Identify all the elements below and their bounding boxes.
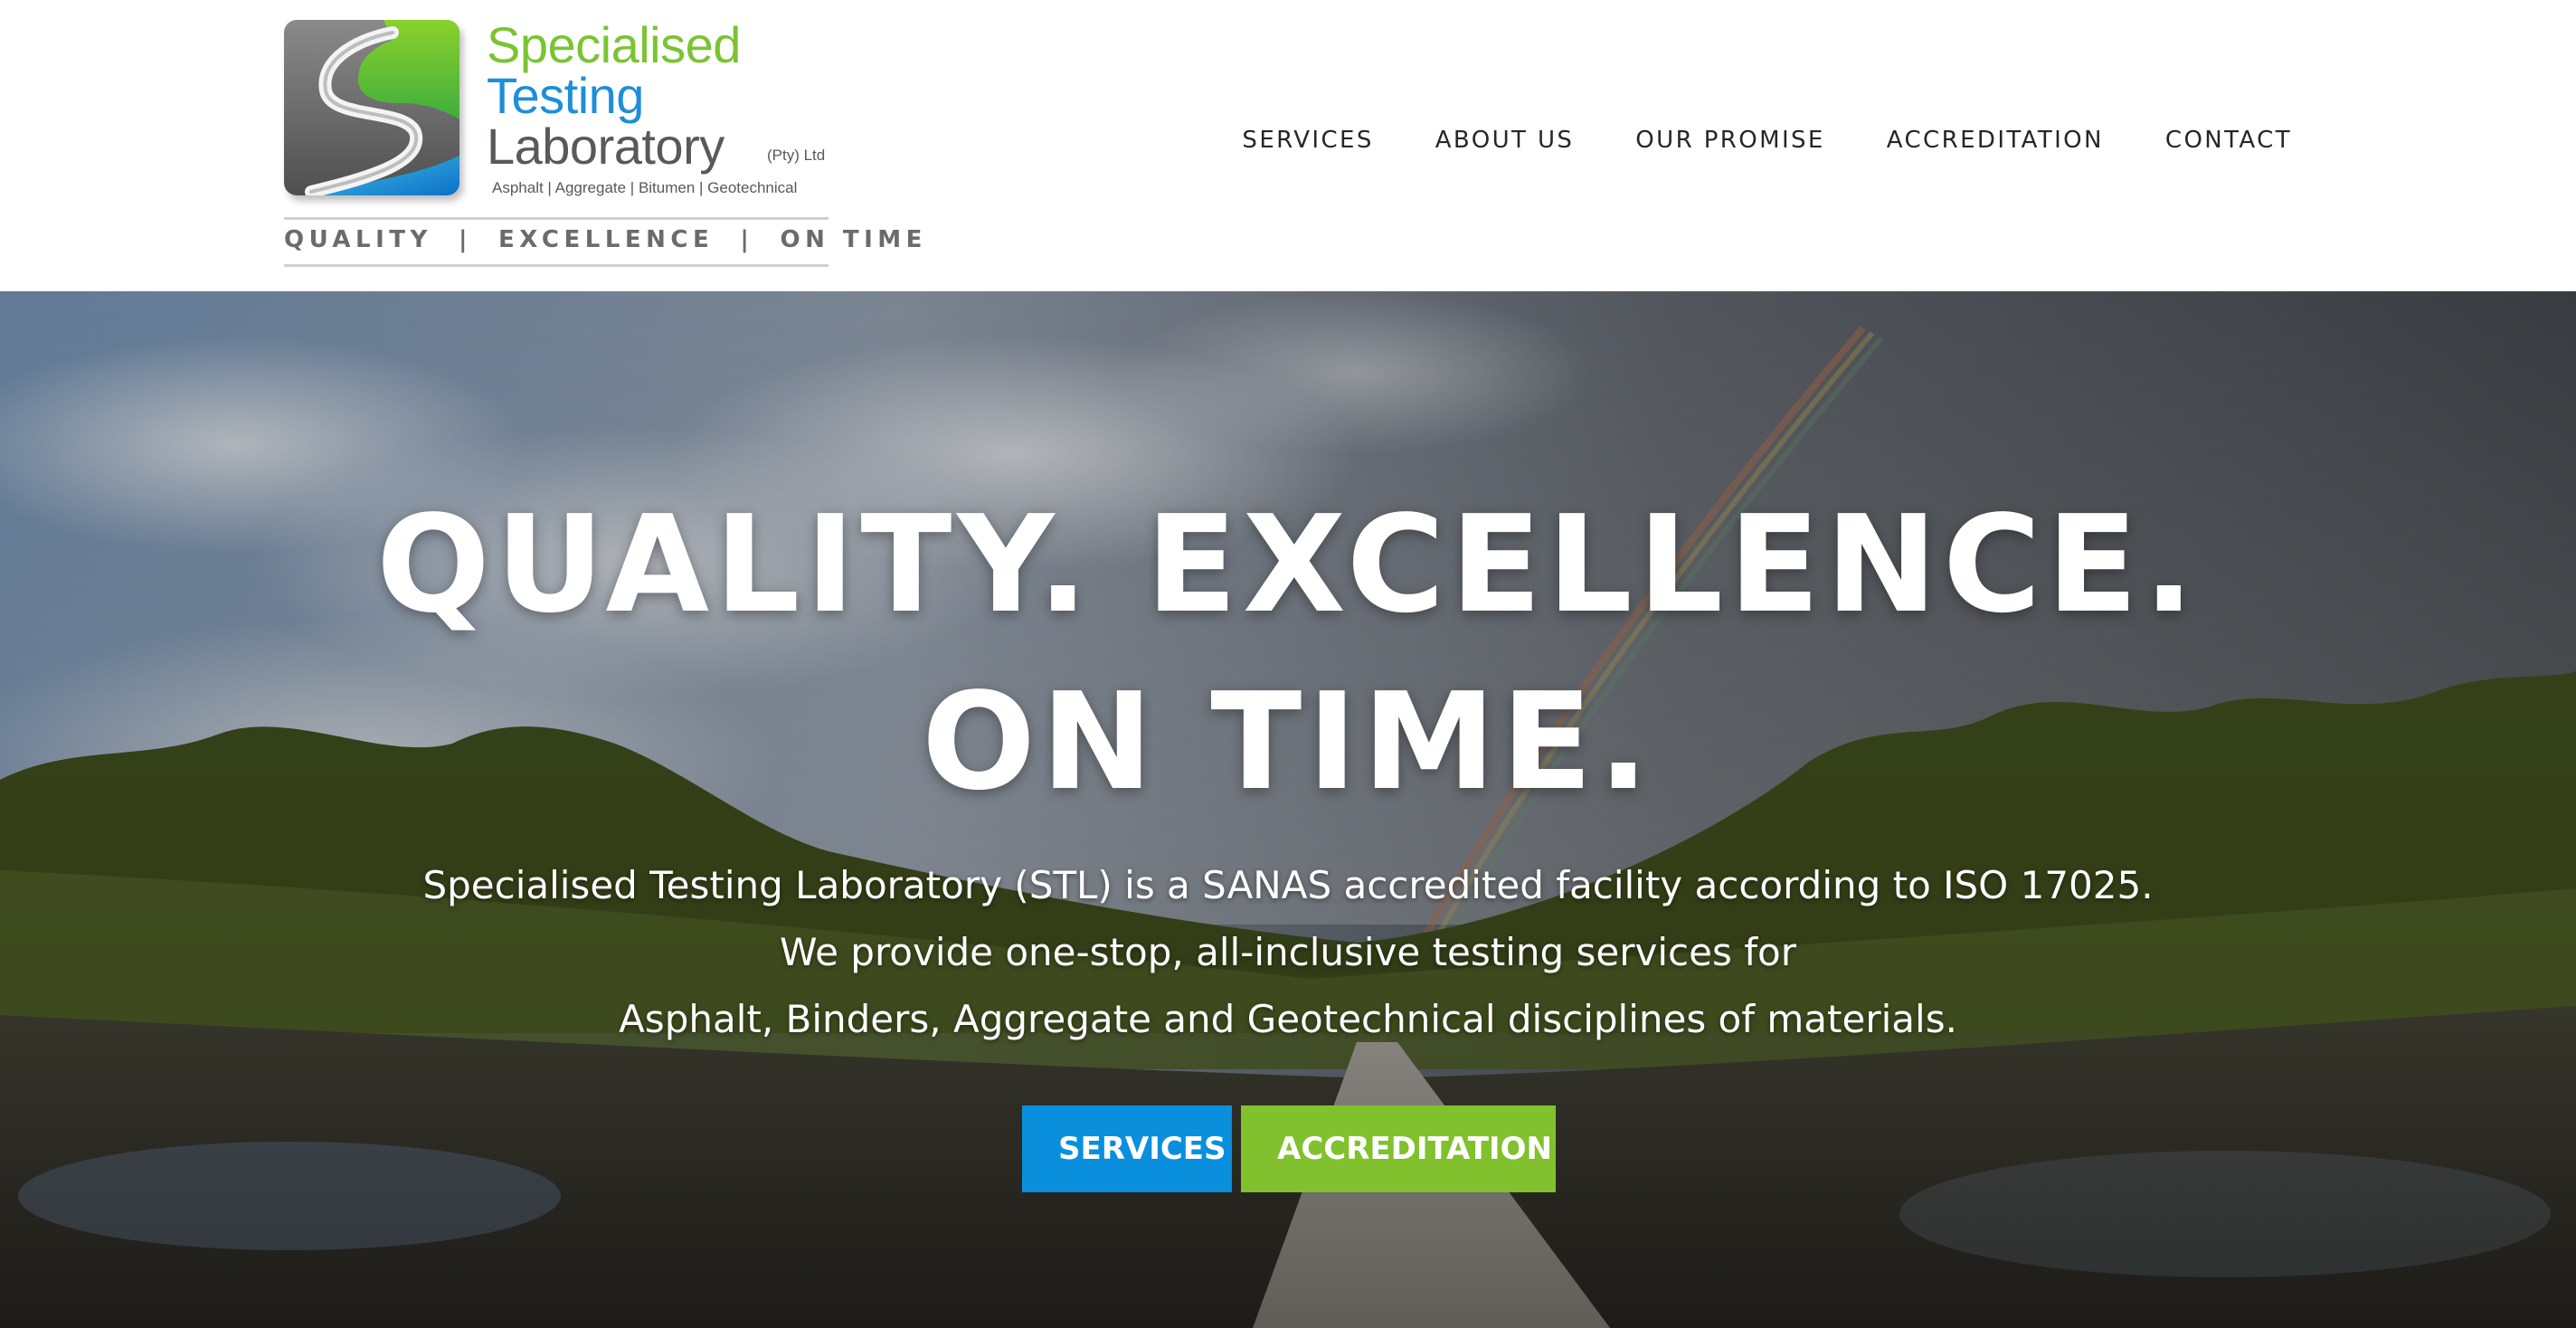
hero-headline: QUALITY. EXCELLENCE. ON TIME.	[0, 476, 2576, 830]
hero-description-line-2: We provide one-stop, all-inclusive testi…	[780, 930, 1796, 974]
nav-item-about-us[interactable]: ABOUT US	[1435, 127, 1575, 154]
logo-s-mark-icon	[284, 20, 459, 195]
logo-wordmark: Specialised Testing Laboratory	[487, 20, 741, 172]
hero-section: QUALITY. EXCELLENCE. ON TIME. Specialise…	[0, 291, 2576, 1328]
hero-description: Specialised Testing Laboratory (STL) is …	[0, 852, 2576, 1053]
logo-line-laboratory: Laboratory	[487, 118, 724, 175]
logo-line-testing: Testing	[487, 67, 644, 124]
hero-headline-line-1: QUALITY. EXCELLENCE.	[376, 487, 2200, 642]
logo-divider-top	[284, 217, 829, 220]
nav-item-services[interactable]: SERVICES	[1242, 127, 1373, 154]
logo-line-specialised: Specialised	[487, 16, 741, 73]
hero-description-line-1: Specialised Testing Laboratory (STL) is …	[422, 863, 2154, 907]
nav-item-accreditation[interactable]: ACCREDITATION	[1887, 127, 2104, 154]
hero-headline-line-2: ON TIME.	[922, 664, 1654, 820]
accreditation-button[interactable]: ACCREDITATION	[1241, 1105, 1556, 1192]
hero-description-line-3: Asphalt, Binders, Aggregate and Geotechn…	[619, 997, 1957, 1041]
logo-tagline: QUALITY | EXCELLENCE | ON TIME	[284, 226, 927, 253]
main-nav: SERVICES ABOUT US OUR PROMISE ACCREDITAT…	[1242, 127, 2292, 154]
logo-company-suffix: (Pty) Ltd	[767, 147, 826, 164]
site-logo[interactable]: Specialised Testing Laboratory (Pty) Ltd…	[284, 20, 927, 270]
hero-content: QUALITY. EXCELLENCE. ON TIME. Specialise…	[0, 291, 2576, 1328]
logo-disciplines: Asphalt | Aggregate | Bitumen | Geotechn…	[492, 179, 798, 196]
services-button[interactable]: SERVICES	[1022, 1105, 1232, 1192]
nav-item-our-promise[interactable]: OUR PROMISE	[1635, 127, 1824, 154]
nav-item-contact[interactable]: CONTACT	[2165, 127, 2292, 154]
logo-divider-bottom	[284, 264, 829, 267]
site-header: Specialised Testing Laboratory (Pty) Ltd…	[0, 0, 2576, 291]
